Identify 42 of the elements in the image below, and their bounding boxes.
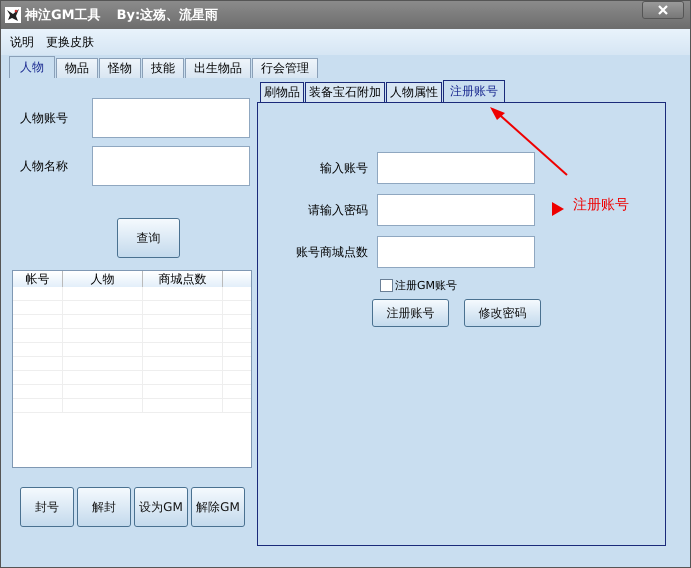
account-button[interactable]: 解封 — [77, 487, 131, 527]
close-button[interactable] — [642, 1, 684, 19]
input-field[interactable] — [377, 194, 535, 226]
account-button[interactable]: 封号 — [20, 487, 74, 527]
account-button[interactable]: 设为GM — [134, 487, 188, 527]
column-header[interactable]: 商城点数 — [143, 271, 223, 287]
tab[interactable]: 行会管理 — [252, 58, 318, 78]
checkbox[interactable] — [380, 279, 393, 292]
window-author: By:这殇、流星雨 — [116, 6, 218, 24]
account-button[interactable]: 解除GM — [191, 487, 245, 527]
tab[interactable]: 怪物 — [99, 58, 141, 78]
tab[interactable]: 技能 — [142, 58, 184, 78]
tab[interactable]: 物品 — [56, 58, 98, 78]
annotation-text: 注册账号 — [573, 196, 629, 214]
field-label: 人物名称 — [19, 158, 69, 174]
query-button[interactable]: 查询 — [117, 218, 180, 258]
column-header[interactable]: 人物 — [63, 271, 143, 287]
column-header[interactable]: 帐号 — [13, 271, 63, 287]
tab[interactable]: 刷物品 — [260, 82, 304, 102]
triangle-icon — [552, 202, 564, 216]
checkbox-label: 注册GM账号 — [395, 278, 458, 293]
window-title: 神泣GM工具 — [25, 6, 101, 24]
tab[interactable]: 注册账号 — [443, 80, 505, 102]
tab[interactable]: 人物属性 — [386, 82, 442, 102]
form-button[interactable]: 修改密码 — [464, 299, 541, 327]
menu-item[interactable]: 说明 — [5, 34, 39, 50]
input-field[interactable] — [377, 152, 535, 184]
form-button[interactable]: 注册账号 — [372, 299, 449, 327]
tab[interactable]: 装备宝石附加 — [305, 82, 385, 102]
input-field[interactable] — [92, 146, 250, 186]
bird-icon — [5, 7, 21, 23]
field-label: 账号商城点数 — [295, 244, 369, 260]
field-label: 人物账号 — [19, 110, 69, 126]
arrow-icon — [489, 107, 569, 177]
tab[interactable]: 出生物品 — [185, 58, 251, 78]
input-field[interactable] — [92, 98, 250, 138]
tab[interactable]: 人物 — [9, 56, 55, 78]
field-label: 请输入密码 — [307, 202, 369, 218]
menu-item[interactable]: 更换皮肤 — [41, 34, 99, 50]
close-icon — [658, 5, 668, 15]
input-field[interactable] — [377, 236, 535, 268]
field-label: 输入账号 — [319, 160, 369, 176]
